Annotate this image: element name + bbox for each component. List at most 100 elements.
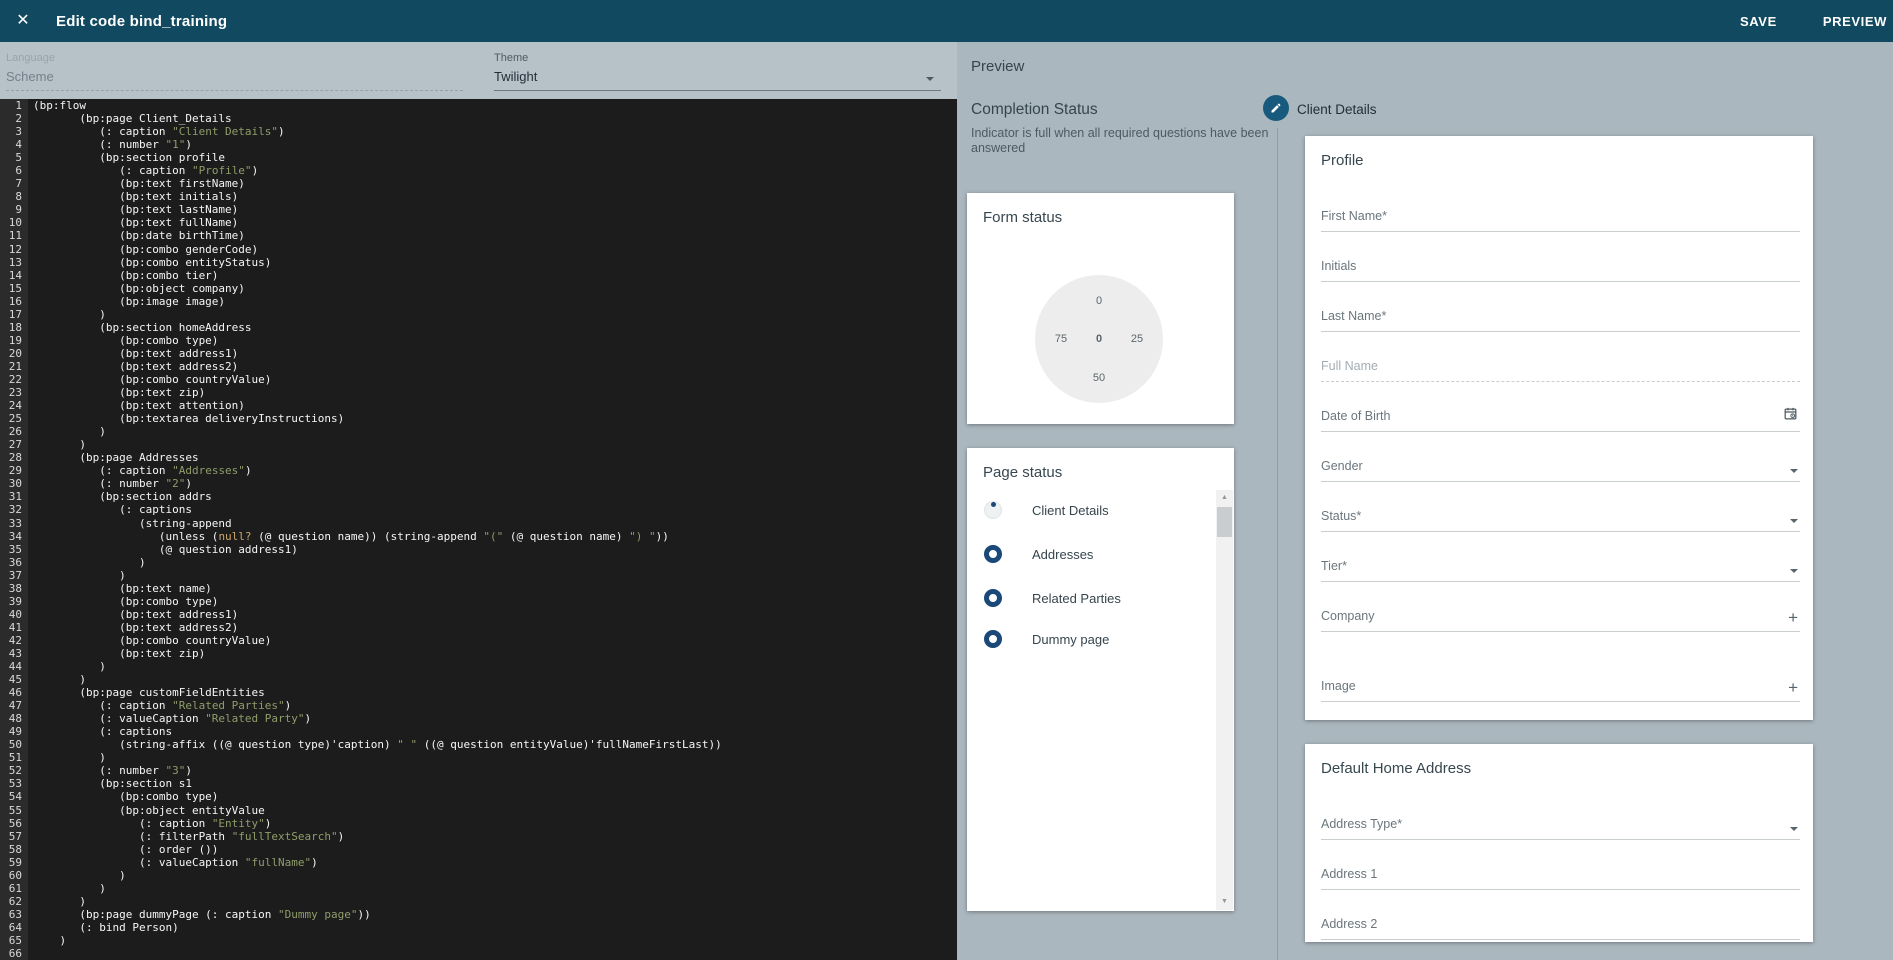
code-editor[interactable]: 1234567891011121314151617181920212223242…: [0, 99, 957, 960]
form-field-tier[interactable]: Tier*: [1321, 532, 1800, 582]
form-field-first-name[interactable]: First Name*: [1321, 170, 1800, 232]
code-line[interactable]: (bp:section homeAddress: [33, 321, 957, 334]
code-line[interactable]: (bp:page customFieldEntities: [33, 686, 957, 699]
line-number: 37: [0, 569, 22, 582]
code-line[interactable]: ): [33, 660, 957, 673]
code-line[interactable]: (bp:page Client_Details: [33, 112, 957, 125]
page-status-scrollbar[interactable]: ▲ ▼: [1216, 490, 1233, 910]
code-line[interactable]: ): [33, 869, 957, 882]
code-line[interactable]: (bp:text address1): [33, 347, 957, 360]
plus-icon[interactable]: +: [1788, 678, 1798, 698]
preview-button[interactable]: PREVIEW: [1821, 8, 1889, 35]
code-line[interactable]: (: filterPath "fullTextSearch"): [33, 830, 957, 843]
code-line[interactable]: (bp:text firstName): [33, 177, 957, 190]
code-line[interactable]: (: number "2"): [33, 477, 957, 490]
code-line[interactable]: (: number "1"): [33, 138, 957, 151]
scrollbar-thumb[interactable]: [1217, 507, 1232, 537]
code-line[interactable]: (: captions: [33, 725, 957, 738]
save-button[interactable]: SAVE: [1738, 8, 1779, 35]
code-line[interactable]: (bp:textarea deliveryInstructions): [33, 412, 957, 425]
code-line[interactable]: (bp:section s1: [33, 777, 957, 790]
line-number: 7: [0, 177, 22, 190]
code-line[interactable]: (bp:section addrs: [33, 490, 957, 503]
code-line[interactable]: ): [33, 934, 957, 947]
code-line[interactable]: ): [33, 425, 957, 438]
code-line[interactable]: (: captions: [33, 503, 957, 516]
code-line[interactable]: (bp:text address2): [33, 621, 957, 634]
code-line[interactable]: ): [33, 751, 957, 764]
code-line[interactable]: ): [33, 673, 957, 686]
code-line[interactable]: (: valueCaption "fullName"): [33, 856, 957, 869]
code-line[interactable]: (bp:page Addresses: [33, 451, 957, 464]
code-line[interactable]: (unless (null? (@ question name)) (strin…: [33, 530, 957, 543]
code-line[interactable]: (bp:text lastName): [33, 203, 957, 216]
code-line[interactable]: (@ question address1): [33, 543, 957, 556]
code-line[interactable]: (bp:text zip): [33, 647, 957, 660]
code-line[interactable]: (bp:text attention): [33, 399, 957, 412]
code-line[interactable]: (bp:flow: [33, 99, 957, 112]
form-field-full-name[interactable]: Full Name: [1321, 332, 1800, 382]
code-line[interactable]: (: caption "Related Parties"): [33, 699, 957, 712]
form-field-date-of-birth[interactable]: Date of Birth: [1321, 382, 1800, 432]
code-line[interactable]: (: bind Person): [33, 921, 957, 934]
page-status-item[interactable]: Dummy page: [967, 630, 1197, 648]
line-number: 9: [0, 203, 22, 216]
code-line[interactable]: ): [33, 895, 957, 908]
code-line[interactable]: (bp:combo countryValue): [33, 634, 957, 647]
code-line[interactable]: (: valueCaption "Related Party"): [33, 712, 957, 725]
code-line[interactable]: (bp:combo type): [33, 790, 957, 803]
code-line[interactable]: (bp:object company): [33, 282, 957, 295]
code-line[interactable]: (: caption "Client Details"): [33, 125, 957, 138]
editor-code[interactable]: (bp:flow (bp:page Client_Details (: capt…: [28, 99, 957, 960]
plus-icon[interactable]: +: [1788, 608, 1798, 628]
scroll-down-icon[interactable]: ▼: [1216, 894, 1233, 910]
code-line[interactable]: ): [33, 882, 957, 895]
code-line[interactable]: (bp:combo type): [33, 334, 957, 347]
code-line[interactable]: (bp:combo entityStatus): [33, 256, 957, 269]
code-line[interactable]: (bp:combo tier): [33, 269, 957, 282]
code-line[interactable]: ): [33, 556, 957, 569]
code-line[interactable]: (bp:combo type): [33, 595, 957, 608]
form-field-address-1[interactable]: Address 1: [1321, 840, 1800, 890]
form-field-address-type[interactable]: Address Type*: [1321, 778, 1800, 840]
form-field-last-name[interactable]: Last Name*: [1321, 282, 1800, 332]
code-line[interactable]: (bp:text name): [33, 582, 957, 595]
page-status-item[interactable]: Client Details: [967, 501, 1197, 519]
code-line[interactable]: (string-affix ((@ question type)'caption…: [33, 738, 957, 751]
code-line[interactable]: (bp:text zip): [33, 386, 957, 399]
form-field-image[interactable]: Image+: [1321, 632, 1800, 702]
code-line[interactable]: (bp:text address2): [33, 360, 957, 373]
theme-select[interactable]: Theme Twilight: [494, 52, 941, 91]
code-line[interactable]: ): [33, 438, 957, 451]
form-field-company[interactable]: Company+: [1321, 582, 1800, 632]
form-field-initials[interactable]: Initials: [1321, 232, 1800, 282]
code-line[interactable]: (bp:text fullName): [33, 216, 957, 229]
code-line[interactable]: (bp:text address1): [33, 608, 957, 621]
code-line[interactable]: (: caption "Profile"): [33, 164, 957, 177]
close-icon[interactable]: ✕: [11, 9, 35, 33]
code-line[interactable]: (string-append: [33, 517, 957, 530]
code-line[interactable]: (bp:section profile: [33, 151, 957, 164]
form-field-status[interactable]: Status*: [1321, 482, 1800, 532]
form-field-address-2[interactable]: Address 2: [1321, 890, 1800, 940]
code-line[interactable]: (bp:page dummyPage (: caption "Dummy pag…: [33, 908, 957, 921]
code-line[interactable]: ): [33, 308, 957, 321]
scroll-up-icon[interactable]: ▲: [1216, 490, 1233, 506]
code-line[interactable]: (bp:object entityValue: [33, 804, 957, 817]
code-line[interactable]: [33, 947, 957, 960]
code-line[interactable]: (: number "3"): [33, 764, 957, 777]
code-line[interactable]: (: caption "Entity"): [33, 817, 957, 830]
form-field-gender[interactable]: Gender: [1321, 432, 1800, 482]
code-line[interactable]: (bp:combo genderCode): [33, 243, 957, 256]
code-line[interactable]: (: order ()): [33, 843, 957, 856]
code-line[interactable]: (bp:image image): [33, 295, 957, 308]
page-status-item[interactable]: Addresses: [967, 545, 1197, 563]
code-line[interactable]: (bp:combo countryValue): [33, 373, 957, 386]
page-status-item[interactable]: Related Parties: [967, 589, 1197, 607]
code-line[interactable]: (bp:date birthTime): [33, 229, 957, 242]
calendar-icon[interactable]: [1783, 406, 1798, 426]
code-line[interactable]: ): [33, 569, 957, 582]
code-line[interactable]: (: caption "Addresses"): [33, 464, 957, 477]
edit-page-button[interactable]: [1263, 95, 1289, 121]
code-line[interactable]: (bp:text initials): [33, 190, 957, 203]
